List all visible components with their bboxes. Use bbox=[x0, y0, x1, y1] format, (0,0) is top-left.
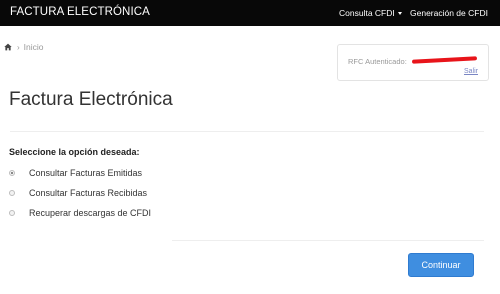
radio-button[interactable] bbox=[9, 170, 15, 176]
rfc-auth-panel: RFC Autenticado: Salir bbox=[337, 44, 489, 81]
consulta-cfdi-menu[interactable]: Consulta CFDI bbox=[339, 8, 402, 18]
consulta-cfdi-label: Consulta CFDI bbox=[339, 8, 395, 18]
breadcrumb: › Inicio bbox=[4, 42, 44, 52]
option-label: Consultar Facturas Emitidas bbox=[29, 168, 143, 178]
option-label: Consultar Facturas Recibidas bbox=[29, 188, 148, 198]
option-consultar-emitidas[interactable]: Consultar Facturas Emitidas bbox=[9, 167, 142, 179]
brand-title[interactable]: FACTURA ELECTRÓNICA bbox=[10, 6, 150, 18]
generacion-cfdi-link[interactable]: Generación de CFDI bbox=[410, 8, 488, 18]
breadcrumb-separator: › bbox=[17, 42, 20, 52]
salir-link[interactable]: Salir bbox=[464, 68, 478, 75]
page-title: Factura Electrónica bbox=[9, 89, 173, 110]
caret-down-icon bbox=[397, 12, 402, 15]
home-icon[interactable] bbox=[4, 43, 12, 51]
option-prompt: Seleccione la opción deseada: bbox=[9, 147, 140, 157]
option-consultar-recibidas[interactable]: Consultar Facturas Recibidas bbox=[9, 187, 147, 199]
breadcrumb-inicio[interactable]: Inicio bbox=[24, 42, 44, 52]
radio-button[interactable] bbox=[9, 210, 15, 216]
continuar-button[interactable]: Continuar bbox=[408, 253, 474, 277]
rfc-label: RFC Autenticado: bbox=[348, 57, 407, 66]
top-navbar: FACTURA ELECTRÓNICA Consulta CFDI Genera… bbox=[0, 0, 500, 26]
divider bbox=[172, 240, 484, 241]
option-recuperar-descargas[interactable]: Recuperar descargas de CFDI bbox=[9, 207, 151, 219]
radio-button[interactable] bbox=[9, 190, 15, 196]
option-label: Recuperar descargas de CFDI bbox=[29, 208, 152, 218]
divider bbox=[10, 131, 484, 132]
redacted-rfc bbox=[411, 56, 478, 64]
